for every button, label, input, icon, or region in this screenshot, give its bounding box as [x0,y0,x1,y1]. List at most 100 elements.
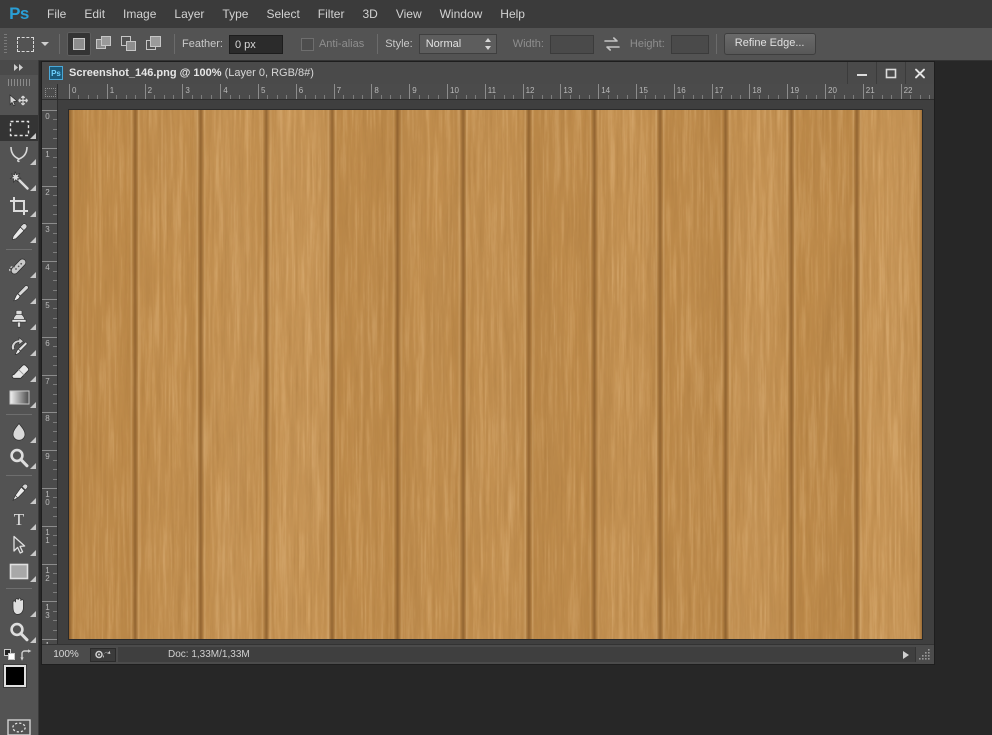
history-brush-tool[interactable] [0,332,38,358]
ruler-label-v: 2 [45,187,50,197]
rectangular-marquee-tool[interactable] [0,115,38,141]
pen-icon [12,483,28,501]
spot-healing-brush-tool[interactable] [0,254,38,280]
rectangular-marquee-icon[interactable] [12,31,38,57]
style-value: Normal [425,38,462,50]
hand-tool[interactable] [0,593,38,619]
width-input[interactable] [549,34,594,54]
zoom-tool[interactable] [0,619,38,645]
antialias-checkbox[interactable] [300,37,314,51]
document-status-bar: 100% Doc: 1,33M/1,33M [42,644,934,664]
maximize-button[interactable] [876,62,905,84]
menu-select[interactable]: Select [257,0,308,28]
resize-grip[interactable] [917,647,932,662]
gradient-tool[interactable] [0,384,38,410]
horizontal-ruler[interactable]: 0 1 2 3 4 5 6 7 8 9 10 11 12 13 14 15 16 17 18 19 20 21 22 [58,84,934,100]
ruler-label-h: 15 [639,86,648,95]
ruler-label-h: 12 [525,86,535,95]
default-colors-icon[interactable] [4,649,15,660]
clone-stamp-icon [11,310,27,328]
pen-tool[interactable] [0,480,38,506]
lasso-tool[interactable] [0,141,38,167]
document-title-bar[interactable]: Ps Screenshot_146.png @ 100% (Layer 0, R… [42,62,934,85]
menu-file[interactable]: File [38,0,75,28]
swap-colors-icon[interactable] [20,649,33,662]
magic-wand-tool[interactable] [0,167,38,193]
ruler-label-h: 7 [336,86,342,95]
height-input[interactable] [670,34,709,54]
refine-edge-button[interactable]: Refine Edge... [723,33,816,55]
dodge-tool[interactable] [0,445,38,471]
document-layer-info: (Layer 0, RGB/8#) [221,67,314,79]
move-tool[interactable] [0,89,38,115]
vertical-ruler[interactable]: 01234567891011121314 [42,100,58,645]
ruler-label-h: 20 [828,86,837,95]
gradient-icon [9,390,29,404]
toolbox-panel: T [0,60,39,735]
lasso-icon [9,146,28,163]
swap-width-height-icon[interactable] [602,36,622,52]
menu-help[interactable]: Help [491,0,534,28]
document-size-field[interactable]: Doc: 1,33M/1,33M [118,647,916,662]
eraser-tool[interactable] [0,358,38,384]
menu-image[interactable]: Image [114,0,165,28]
type-tool[interactable]: T [0,506,38,532]
feather-input[interactable]: 0 px [228,34,283,54]
expand-arrow-icon[interactable] [903,650,909,659]
clone-stamp-tool[interactable] [0,306,38,332]
quick-mask-toggle[interactable] [0,715,38,735]
ruler-label-h: 8 [374,86,379,95]
tool-preset-chevron-down-icon[interactable] [38,31,52,57]
ruler-label-h: 11 [487,86,497,95]
ruler-label-h: 10 [450,86,459,95]
crop-icon [10,197,28,215]
blur-tool[interactable] [0,419,38,445]
crop-tool[interactable] [0,193,38,219]
menu-edit[interactable]: Edit [75,0,114,28]
wood-plank-texture [69,110,922,639]
brush-tool[interactable] [0,280,38,306]
divider [715,34,717,54]
menu-layer[interactable]: Layer [165,0,213,28]
ruler-label-v: 11 [45,527,50,545]
options-bar: Feather: 0 px Anti-alias Style: Normal W… [0,28,992,61]
document-filename-zoom: Screenshot_146.png @ 100% [69,67,222,79]
ruler-label-h: 13 [563,86,573,95]
new-selection-button[interactable] [67,32,91,56]
ruler-label-h: 1 [109,86,115,95]
intersect-with-selection-button[interactable] [142,32,166,56]
close-button[interactable] [905,62,934,84]
minimize-button[interactable] [847,62,876,84]
menu-3d[interactable]: 3D [353,0,386,28]
style-label: Style: [385,38,413,50]
eyedropper-icon [11,223,28,241]
menu-bar: Ps File Edit Image Layer Type Select Fil… [0,0,992,29]
gear-icon[interactable] [90,647,116,662]
double-arrow-right-icon[interactable] [0,60,38,75]
eyedropper-tool[interactable] [0,219,38,245]
toolbox-divider [6,249,32,250]
feather-label: Feather: [182,38,223,50]
foreground-color-swatch[interactable] [4,665,26,687]
ruler-unit-icon[interactable] [42,84,58,100]
width-label: Width: [512,38,544,50]
document-title: Screenshot_146.png @ 100% (Layer 0, RGB/… [69,67,314,79]
menu-window[interactable]: Window [431,0,492,28]
ruler-label-h: 14 [601,86,611,95]
ruler-label-h: 18 [752,86,762,95]
rectangle-tool[interactable] [0,558,38,584]
image-canvas[interactable] [69,110,922,639]
canvas-area[interactable] [58,100,934,645]
add-to-selection-button[interactable] [92,32,116,56]
style-select[interactable]: Normal [418,34,497,54]
toolbox-divider [6,475,32,476]
zoom-level-field[interactable]: 100% [42,649,90,660]
subtract-from-selection-button[interactable] [117,32,141,56]
toolbox-grip[interactable] [0,75,38,89]
options-bar-grip[interactable] [0,28,10,60]
photoshop-window: Ps File Edit Image Layer Type Select Fil… [0,0,992,735]
path-selection-tool[interactable] [0,532,38,558]
menu-view[interactable]: View [387,0,431,28]
menu-filter[interactable]: Filter [309,0,354,28]
menu-type[interactable]: Type [213,0,257,28]
